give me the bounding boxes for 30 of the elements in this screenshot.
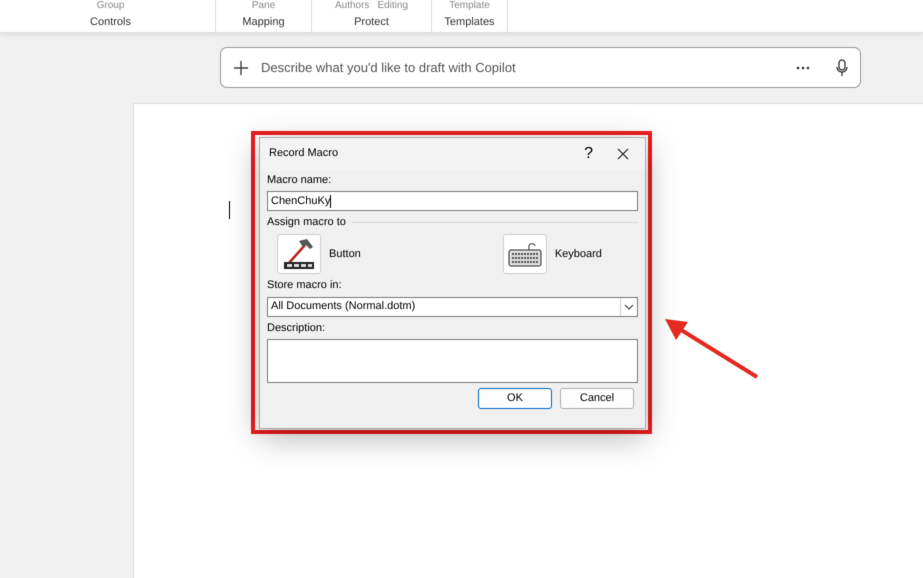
more-icon[interactable] [796, 66, 810, 70]
help-button[interactable]: ? [584, 144, 593, 164]
ribbon-group-label: Controls [90, 14, 131, 30]
field-label: Macro name: [267, 174, 332, 188]
text-cursor [229, 201, 230, 219]
microphone-icon[interactable] [836, 58, 848, 76]
copilot-prompt-field[interactable]: Describe what you'd like to draft with Copilot [220, 47, 861, 88]
dialog-button[interactable]: Cancel [560, 388, 634, 409]
assign-option-label: Keyboard [554, 248, 602, 261]
ribbon-command[interactable]: Template [449, 0, 490, 11]
plus-icon[interactable] [233, 60, 249, 76]
ribbon-command[interactable]: Pane [252, 0, 276, 11]
dialog-title: Record Macro [269, 147, 340, 161]
ribbon-group-label: Protect [354, 14, 389, 30]
keyboard-button[interactable] [502, 234, 547, 274]
ribbon-group-label: Templates [444, 14, 495, 30]
ribbon-command[interactable]: Group [96, 0, 124, 11]
field-label: Store macro in: [267, 279, 343, 293]
dialog-button[interactable]: OK [478, 388, 552, 409]
close-button[interactable] [617, 147, 629, 161]
ribbon-command[interactable]: Authors [334, 0, 370, 11]
macro-name-field[interactable]: ChenChuKy [267, 191, 638, 212]
store-macro-dropdown[interactable]: All Documents (Normal.dotm) [267, 296, 638, 317]
assign-option-label: Button [329, 248, 361, 261]
field-label: Description: [267, 322, 326, 335]
ribbon-command[interactable]: Editing [377, 0, 408, 11]
description-field[interactable] [267, 338, 638, 383]
section-label: Assign macro to [267, 216, 346, 230]
ribbon-group-label: Mapping [242, 14, 285, 30]
hammer-button[interactable] [277, 234, 321, 274]
